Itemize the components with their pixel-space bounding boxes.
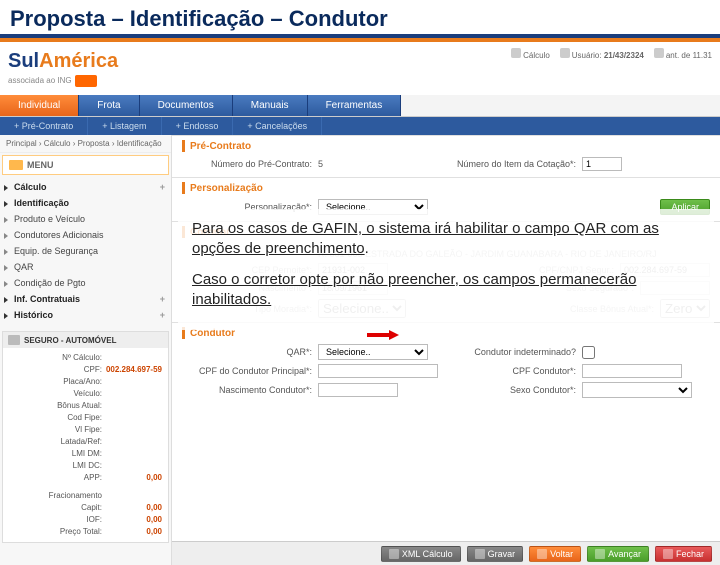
sub-tabs: + Pré-Contrato + Listagem + Endosso + Ca… bbox=[0, 117, 720, 135]
menu-header: MENU bbox=[2, 155, 169, 175]
menu-qar[interactable]: QAR bbox=[4, 259, 167, 275]
subtab-cancelacoes[interactable]: + Cancelações bbox=[233, 117, 322, 135]
slide-title: Proposta – Identificação – Condutor bbox=[0, 0, 720, 38]
item-cotacao-input[interactable] bbox=[582, 157, 622, 171]
xml-button[interactable]: XML Cálculo bbox=[381, 546, 461, 562]
nav-tabs: Individual Frota Documentos Manuais Ferr… bbox=[0, 95, 720, 117]
menu-identificacao[interactable]: Identificação bbox=[4, 195, 167, 211]
menu-condutores-adic[interactable]: Condutores Adicionais bbox=[4, 227, 167, 243]
logo-sub: associada ao ING bbox=[8, 75, 118, 87]
subtab-listagem[interactable]: + Listagem bbox=[88, 117, 161, 135]
voltar-button[interactable]: Voltar bbox=[529, 546, 581, 562]
section-condutor: Condutor QAR*:Selecione.. Condutor indet… bbox=[172, 322, 720, 404]
clock-icon bbox=[654, 48, 664, 58]
menu-calculo[interactable]: Cálculo+ bbox=[4, 179, 167, 195]
menu-condicao-pgto[interactable]: Condição de Pgto bbox=[4, 275, 167, 291]
red-arrow-icon bbox=[367, 330, 401, 340]
forward-icon bbox=[595, 549, 605, 559]
ing-icon bbox=[75, 75, 97, 87]
breadcrumb: Principal › Cálculo › Proposta › Identif… bbox=[0, 135, 171, 153]
menu-inf-contratuais[interactable]: Inf. Contratuais+ bbox=[4, 291, 167, 307]
side-menu: Cálculo+ Identificação Produto e Veículo… bbox=[0, 177, 171, 325]
avancar-button[interactable]: Avançar bbox=[587, 546, 649, 562]
subtab-endosso[interactable]: + Endosso bbox=[162, 117, 234, 135]
menu-produto-veiculo[interactable]: Produto e Veículo bbox=[4, 211, 167, 227]
main-panel: Pré-Contrato Número do Pré-Contrato:5 Nú… bbox=[172, 135, 720, 565]
app-screenshot: Cálculo Usuário: 21/43/2324 ant. de 11.3… bbox=[0, 46, 720, 565]
menu-equip-seguranca[interactable]: Equip. de Segurança bbox=[4, 243, 167, 259]
sidebar: Principal › Cálculo › Proposta › Identif… bbox=[0, 135, 172, 565]
save-icon bbox=[475, 549, 485, 559]
gravar-button[interactable]: Gravar bbox=[467, 546, 524, 562]
tab-ferramentas[interactable]: Ferramentas bbox=[308, 95, 402, 116]
sexo-condutor-select[interactable] bbox=[582, 382, 692, 398]
seguro-summary: SEGURO - AUTOMÓVEL Nº Cálculo: CPF:002.2… bbox=[2, 331, 169, 543]
condutor-indet-checkbox[interactable] bbox=[582, 346, 595, 359]
user-bar: Cálculo Usuário: 21/43/2324 ant. de 11.3… bbox=[511, 48, 712, 60]
qar-select[interactable]: Selecione.. bbox=[318, 344, 428, 360]
footer-bar: XML Cálculo Gravar Voltar Avançar Fechar bbox=[172, 541, 720, 565]
menu-historico[interactable]: Histórico+ bbox=[4, 307, 167, 323]
tab-frota[interactable]: Frota bbox=[79, 95, 139, 116]
menu-icon bbox=[9, 160, 23, 170]
logo: SulAmérica bbox=[8, 50, 118, 73]
section-precontrato: Pré-Contrato Número do Pré-Contrato:5 Nú… bbox=[172, 135, 720, 177]
subtab-precontrato[interactable]: + Pré-Contrato bbox=[0, 117, 88, 135]
calc-link[interactable]: Cálculo bbox=[523, 51, 550, 60]
calc-icon bbox=[511, 48, 521, 58]
tab-manuais[interactable]: Manuais bbox=[233, 95, 308, 116]
tab-individual[interactable]: Individual bbox=[0, 95, 79, 116]
user-icon bbox=[560, 48, 570, 58]
back-icon bbox=[537, 549, 547, 559]
annotation-overlay: Para os casos de GAFIN, o sistema irá ha… bbox=[178, 209, 714, 330]
cpf-principal-input[interactable] bbox=[318, 364, 438, 378]
nasc-condutor-input[interactable] bbox=[318, 383, 398, 397]
tab-documentos[interactable]: Documentos bbox=[140, 95, 233, 116]
car-icon bbox=[8, 335, 20, 345]
close-icon bbox=[663, 549, 673, 559]
fechar-button[interactable]: Fechar bbox=[655, 546, 712, 562]
cpf-condutor-input[interactable] bbox=[582, 364, 682, 378]
xml-icon bbox=[389, 549, 399, 559]
